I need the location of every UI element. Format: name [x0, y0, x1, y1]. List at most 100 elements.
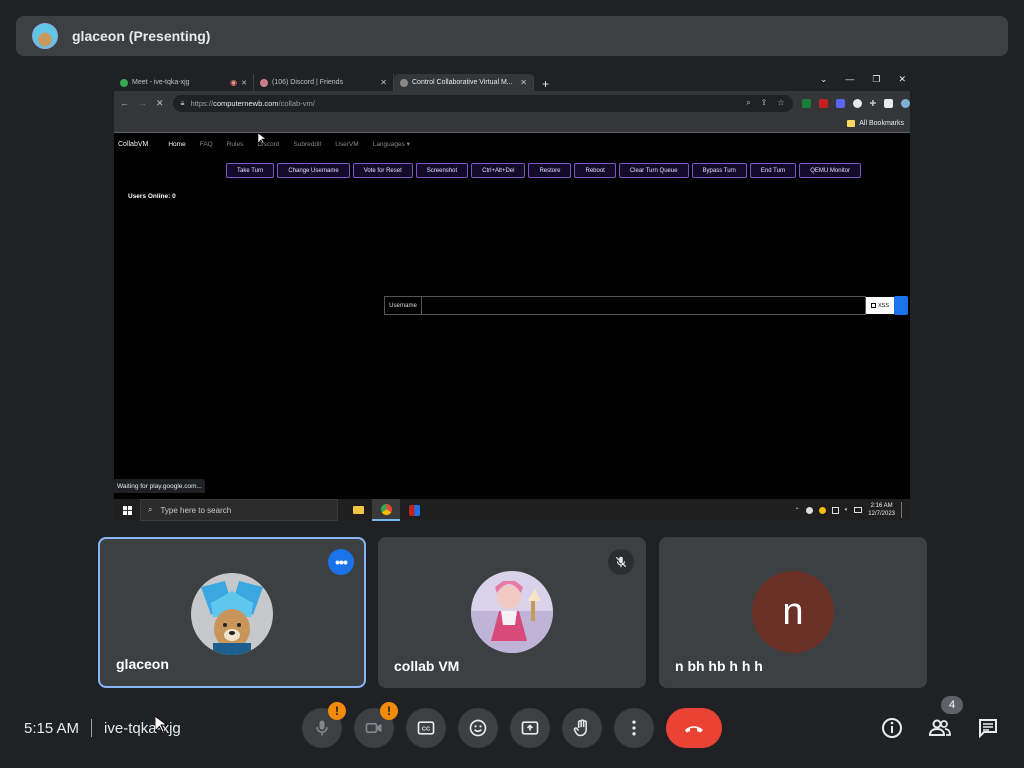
site-nav: CollabVM Home FAQ Rules Discord Subreddi… — [114, 133, 910, 155]
hand-icon — [573, 719, 587, 737]
browser-tab-collabvm[interactable]: Control Collaborative Virtual M... ✕ — [394, 74, 534, 91]
nav-subreddit[interactable]: Subreddit — [293, 141, 321, 148]
tray-network-icon[interactable] — [831, 506, 839, 514]
url-text: https://computernewb.com/collab-vm/ — [190, 98, 315, 108]
bookmarks-bar: All Bookmarks — [114, 115, 910, 133]
leave-call-button[interactable] — [666, 708, 722, 748]
back-icon[interactable]: ← — [120, 98, 129, 108]
bypass-turn-button[interactable]: Bypass Turn — [691, 163, 747, 178]
nav-home[interactable]: Home — [168, 141, 185, 148]
tray-chrome-icon[interactable] — [818, 506, 826, 514]
nav-languages[interactable]: Languages ▾ — [373, 140, 410, 148]
restore-button[interactable]: Restore — [528, 163, 572, 178]
tab-search-icon[interactable]: ⌄ — [820, 74, 828, 85]
more-options-button[interactable] — [614, 708, 654, 748]
avatar — [191, 573, 273, 655]
present-button[interactable] — [510, 708, 550, 748]
lock-icon: 🔒︎ — [180, 98, 185, 107]
info-icon — [882, 718, 902, 738]
chat-icon — [979, 719, 997, 739]
all-bookmarks-link[interactable]: All Bookmarks — [859, 120, 904, 127]
record-icon: ◉ — [230, 78, 238, 87]
users-online-label: Users Online: 0 — [128, 193, 176, 200]
collabvm-page: CollabVM Home FAQ Rules Discord Subreddi… — [114, 133, 910, 493]
window-controls: ⌄ — ❐ ✕ — [820, 74, 906, 85]
browser-tab-discord[interactable]: (106) Discord | Friends ✕ — [254, 74, 394, 91]
send-button[interactable] — [894, 296, 908, 315]
notifications-icon[interactable] — [901, 502, 902, 518]
profile-avatar[interactable] — [901, 98, 910, 108]
reboot-button[interactable]: Reboot — [574, 163, 616, 178]
vote-reset-button[interactable]: Vote for Reset — [352, 163, 413, 178]
share-icon[interactable]: ⇪ — [761, 98, 768, 108]
new-tab-button[interactable]: + — [534, 77, 557, 91]
username-label: Username — [384, 296, 422, 315]
close-tab-icon[interactable]: ✕ — [241, 79, 247, 87]
zoom-icon[interactable]: ⌕ — [746, 98, 750, 108]
raise-hand-button[interactable] — [562, 708, 602, 748]
meet-favicon-icon — [120, 78, 128, 87]
people-button[interactable] — [926, 714, 954, 742]
end-turn-button[interactable]: End Turn — [749, 163, 797, 178]
app-grid-icon[interactable] — [400, 499, 428, 521]
captions-button[interactable]: CC — [406, 708, 446, 748]
shared-screen: Meet - ive-tqka-xjg ◉ ✕ (106) Discord | … — [114, 72, 910, 521]
browser-tab-meet[interactable]: Meet - ive-tqka-xjg ◉ ✕ — [114, 74, 254, 91]
nav-uservm[interactable]: UserVM — [335, 141, 358, 148]
puzzle-icon[interactable]: ✚ — [870, 99, 877, 108]
emoji-icon — [469, 719, 487, 737]
camera-toggle-button[interactable]: ! — [354, 702, 398, 748]
extension-green-icon[interactable] — [801, 98, 811, 108]
chrome-icon[interactable] — [372, 499, 400, 521]
close-window-icon[interactable]: ✕ — [898, 74, 906, 85]
forward-icon[interactable]: → — [138, 98, 147, 108]
tray-chevron-icon[interactable]: ⌃ — [795, 507, 800, 514]
chat-input[interactable] — [422, 296, 866, 315]
take-turn-button[interactable]: Take Turn — [226, 163, 275, 178]
browser-status-text: Waiting for play.google.com... — [114, 479, 205, 493]
participant-name: glaceon — [116, 656, 169, 672]
extension-red-icon[interactable] — [818, 98, 828, 108]
meeting-code: ive-tqka-xjg — [104, 719, 181, 737]
participant-tile-glaceon[interactable]: ••• glaceon — [98, 537, 366, 688]
meeting-details-button[interactable] — [878, 714, 906, 742]
nav-faq[interactable]: FAQ — [200, 141, 213, 148]
side-panel-icon[interactable] — [884, 98, 894, 108]
reactions-button[interactable] — [458, 708, 498, 748]
clear-turn-queue-button[interactable]: Clear Turn Queue — [618, 163, 689, 178]
taskbar-search[interactable]: ⌕ Type here to search — [140, 499, 338, 521]
presenter-bar: glaceon (Presenting) — [16, 16, 1008, 56]
mic-toggle-button[interactable]: ! — [302, 702, 346, 748]
close-tab-icon[interactable]: ✕ — [520, 78, 527, 87]
site-brand[interactable]: CollabVM — [118, 141, 148, 148]
nav-rules[interactable]: Rules — [227, 141, 244, 148]
xss-checkbox[interactable]: XSS — [866, 297, 894, 314]
more-options-icon[interactable]: ••• — [328, 549, 354, 575]
qemu-monitor-button[interactable]: QEMU Monitor — [799, 163, 861, 178]
svg-text:CC: CC — [422, 727, 431, 733]
discord-extension-icon[interactable] — [835, 98, 845, 108]
windows-start-icon[interactable] — [114, 505, 140, 515]
minimize-icon[interactable]: — — [845, 74, 854, 85]
taskbar-clock[interactable]: 2:16 AM 12/7/2023 — [868, 502, 895, 518]
volume-icon[interactable]: 🔈︎ — [845, 507, 849, 514]
close-tab-icon[interactable]: ✕ — [380, 78, 387, 87]
restore-icon[interactable]: ❐ — [872, 74, 880, 85]
address-bar[interactable]: 🔒︎ https://computernewb.com/collab-vm/ ⌕… — [172, 94, 793, 112]
screenshot-button[interactable]: Screenshot — [415, 163, 469, 178]
tray-app-icon[interactable] — [805, 506, 813, 514]
participant-tile-collab-vm[interactable]: collab VM — [378, 537, 646, 688]
system-tray: ⌃ 🔈︎ 2:16 AM 12/7/2023 — [795, 502, 910, 518]
ctrl-alt-del-button[interactable]: Ctrl+Alt+Del — [471, 163, 526, 178]
change-username-button[interactable]: Change Username — [277, 163, 350, 178]
windows-taskbar: ⌕ Type here to search ⌃ 🔈︎ 2:16 AM 12/7/… — [114, 499, 910, 521]
cursor-icon — [258, 133, 266, 145]
extension-white-icon[interactable] — [852, 98, 862, 108]
participant-tile-n[interactable]: n n bh hb h h h — [659, 537, 927, 688]
tray-display-icon[interactable] — [854, 507, 863, 513]
file-explorer-icon[interactable] — [344, 499, 372, 521]
bookmark-star-icon[interactable]: ☆ — [777, 98, 784, 108]
chat-input-row: Username XSS — [384, 296, 908, 315]
stop-loading-icon[interactable]: ✕ — [156, 98, 164, 109]
chat-button[interactable] — [974, 714, 1002, 742]
